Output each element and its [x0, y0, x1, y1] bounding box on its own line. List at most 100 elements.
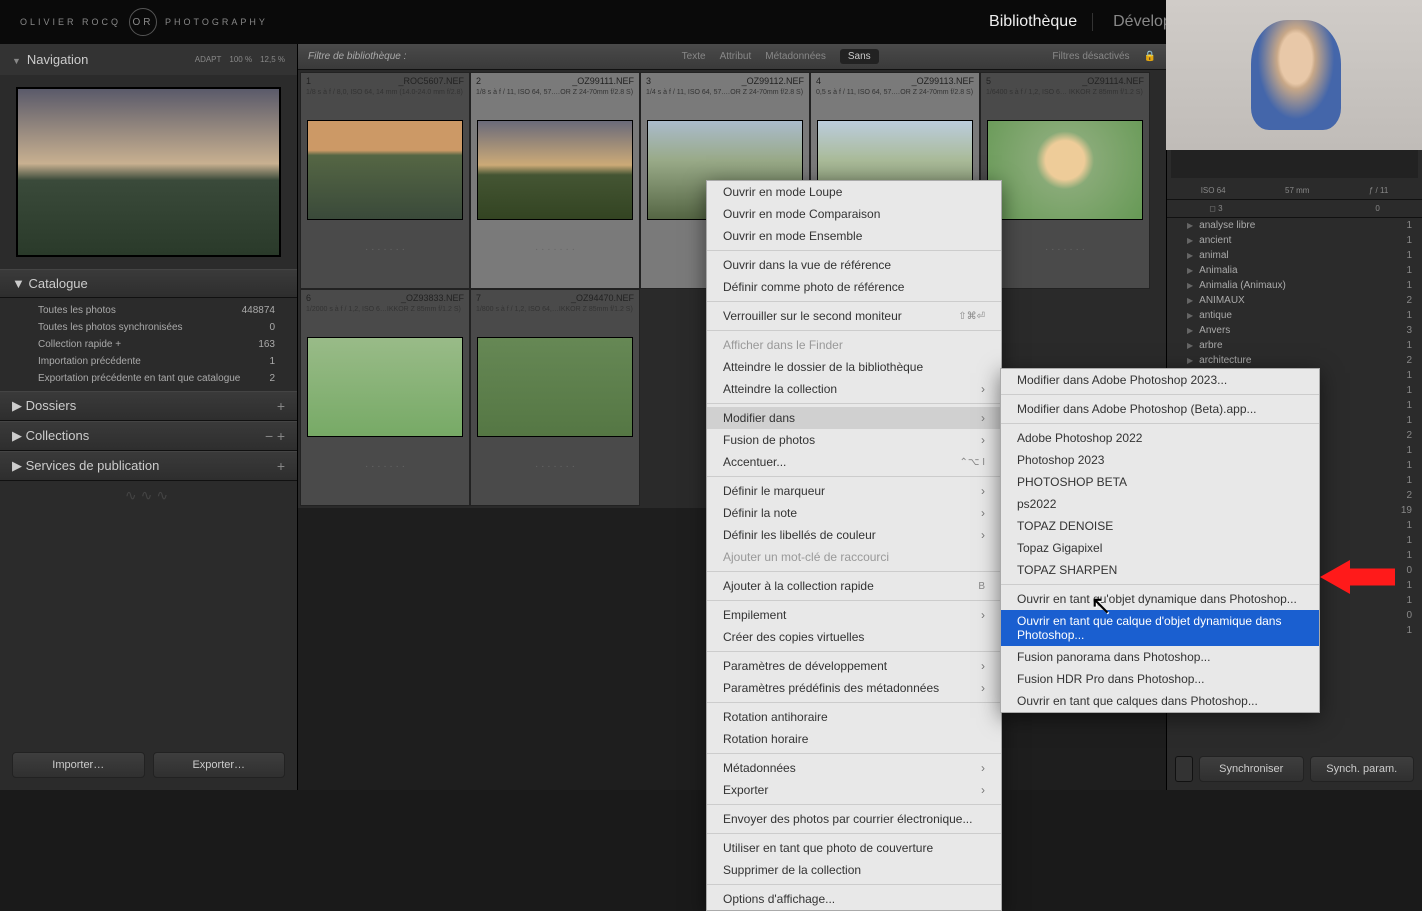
menu-item[interactable]: TOPAZ DENOISE: [1001, 515, 1319, 537]
catalog-header[interactable]: ▼ Catalogue: [0, 269, 297, 298]
menu-item[interactable]: Modifier dans Adobe Photoshop (Beta).app…: [1001, 398, 1319, 420]
ornament: ∿∿∿: [0, 481, 297, 510]
export-button[interactable]: Exporter…: [153, 752, 286, 778]
catalog-row[interactable]: Collection rapide +163: [0, 336, 297, 353]
menu-item[interactable]: Exporter: [707, 779, 1001, 801]
collections-header[interactable]: ▶ Collections − +: [0, 421, 297, 451]
keyword-row[interactable]: ▶animal1: [1167, 248, 1422, 263]
keyword-row[interactable]: ▶analyse libre1: [1167, 218, 1422, 233]
grid-cell[interactable]: 2_OZ99111.NEF1/8 s à f / 11, ISO 64, 57.…: [470, 72, 640, 289]
lock-icon[interactable]: 🔒: [1144, 51, 1156, 62]
collections-minus[interactable]: −: [265, 428, 273, 444]
menu-item[interactable]: Ouvrir en mode Comparaison: [707, 203, 1001, 225]
thumbnail[interactable]: [307, 120, 463, 220]
catalog-list: Toutes les photos448874Toutes les photos…: [0, 298, 297, 391]
menu-item[interactable]: Supprimer de la collection: [707, 859, 1001, 881]
menu-item[interactable]: Définir les libellés de couleur: [707, 524, 1001, 546]
keyword-row[interactable]: ▶Anvers3: [1167, 323, 1422, 338]
menu-item[interactable]: Empilement: [707, 604, 1001, 626]
thumbnail[interactable]: [477, 337, 633, 437]
import-button[interactable]: Importer…: [12, 752, 145, 778]
filter-metadata[interactable]: Métadonnées: [765, 51, 826, 62]
menu-item[interactable]: Ouvrir en tant que calques dans Photosho…: [1001, 690, 1319, 712]
menu-item[interactable]: Topaz Gigapixel: [1001, 537, 1319, 559]
publish-header[interactable]: ▶ Services de publication +: [0, 451, 297, 481]
keyword-row[interactable]: ▶architecture2: [1167, 353, 1422, 368]
navigator-header[interactable]: ▼Navigation ADAPT 100 % 12,5 %: [0, 44, 297, 75]
menu-item[interactable]: Ouvrir en tant que calque d'objet dynami…: [1001, 610, 1319, 646]
menu-item[interactable]: Ouvrir en mode Loupe: [707, 181, 1001, 203]
thumbnail[interactable]: [307, 337, 463, 437]
exif-strip: ISO 6457 mmƒ / 11: [1167, 182, 1422, 200]
filters-off[interactable]: Filtres désactivés: [1052, 51, 1129, 62]
sync-button[interactable]: Synchroniser: [1199, 756, 1304, 782]
filter-label: Filtre de bibliothèque :: [308, 51, 508, 62]
filter-text[interactable]: Texte: [682, 51, 706, 62]
filter-none[interactable]: Sans: [840, 49, 879, 64]
keyword-row[interactable]: ▶Animalia1: [1167, 263, 1422, 278]
menu-item[interactable]: Créer des copies virtuelles: [707, 626, 1001, 648]
keyword-row[interactable]: ▶antique1: [1167, 308, 1422, 323]
menu-item[interactable]: Définir le marqueur: [707, 480, 1001, 502]
menu-item[interactable]: Atteindre la collection: [707, 378, 1001, 400]
sync-toggle[interactable]: [1175, 756, 1193, 782]
navigator-preview[interactable]: [16, 87, 281, 257]
catalog-row[interactable]: Toutes les photos448874: [0, 302, 297, 319]
keyword-row[interactable]: ▶ancient1: [1167, 233, 1422, 248]
keyword-row[interactable]: ▶ANIMAUX2: [1167, 293, 1422, 308]
keyword-row[interactable]: ▶arbre1: [1167, 338, 1422, 353]
menu-item[interactable]: PHOTOSHOP BETA: [1001, 471, 1319, 493]
menu-item: Afficher dans le Finder: [707, 334, 1001, 356]
collections-add[interactable]: +: [277, 428, 285, 444]
zoom-adapt[interactable]: ADAPT: [195, 55, 222, 64]
catalog-row[interactable]: Toutes les photos synchronisées0: [0, 319, 297, 336]
folders-header[interactable]: ▶ Dossiers +: [0, 391, 297, 421]
menu-item[interactable]: Photoshop 2023: [1001, 449, 1319, 471]
menu-item[interactable]: Rotation antihoraire: [707, 706, 1001, 728]
module-library[interactable]: Bibliothèque: [984, 13, 1093, 31]
menu-item[interactable]: Ouvrir en tant qu'objet dynamique dans P…: [1001, 588, 1319, 610]
menu-item[interactable]: Atteindre le dossier de la bibliothèque: [707, 356, 1001, 378]
menu-item[interactable]: Métadonnées: [707, 757, 1001, 779]
logo-monogram: OR: [129, 8, 157, 36]
library-filter-bar: Filtre de bibliothèque : Texte Attribut …: [298, 44, 1166, 70]
zoom-100[interactable]: 100 %: [229, 55, 252, 64]
menu-item[interactable]: Paramètres prédéfinis des métadonnées: [707, 677, 1001, 699]
menu-item[interactable]: TOPAZ SHARPEN: [1001, 559, 1319, 581]
menu-item[interactable]: Rotation horaire: [707, 728, 1001, 750]
grid-cell[interactable]: 5_OZ91114.NEF1/6400 s à f / 1,2, ISO 6… …: [980, 72, 1150, 289]
thumbnail[interactable]: [987, 120, 1143, 220]
menu-item[interactable]: Utiliser en tant que photo de couverture: [707, 837, 1001, 859]
menu-item[interactable]: Accentuer...⌃⌥ I: [707, 451, 1001, 473]
menu-item[interactable]: Fusion HDR Pro dans Photoshop...: [1001, 668, 1319, 690]
menu-item[interactable]: ps2022: [1001, 493, 1319, 515]
menu-item[interactable]: Modifier dans Adobe Photoshop 2023...: [1001, 369, 1319, 391]
menu-item[interactable]: Options d'affichage...: [707, 888, 1001, 910]
zoom-125[interactable]: 12,5 %: [260, 55, 285, 64]
menu-item[interactable]: Fusion de photos: [707, 429, 1001, 451]
menu-item[interactable]: Fusion panorama dans Photoshop...: [1001, 646, 1319, 668]
menu-item[interactable]: Paramètres de développement: [707, 655, 1001, 677]
menu-item[interactable]: Ouvrir en mode Ensemble: [707, 225, 1001, 247]
menu-item[interactable]: Modifier dans: [707, 407, 1001, 429]
menu-item[interactable]: Ouvrir dans la vue de référence: [707, 254, 1001, 276]
catalog-row[interactable]: Importation précédente1: [0, 353, 297, 370]
grid-cell[interactable]: 1_ROC5607.NEF1/8 s à f / 8,0, ISO 64, 14…: [300, 72, 470, 289]
grid-cell[interactable]: 6_OZ93833.NEF1/2000 s à f / 1,2, ISO 6…I…: [300, 289, 470, 506]
menu-item[interactable]: Verrouiller sur le second moniteur⇧⌘⏎: [707, 305, 1001, 327]
folders-add[interactable]: +: [277, 398, 285, 414]
publish-add[interactable]: +: [277, 458, 285, 474]
webcam-overlay: [1166, 0, 1422, 150]
keyword-row[interactable]: ▶Animalia (Animaux)1: [1167, 278, 1422, 293]
status-strip: ◻ 30: [1167, 200, 1422, 218]
catalog-row[interactable]: Exportation précédente en tant que catal…: [0, 370, 297, 387]
thumbnail[interactable]: [477, 120, 633, 220]
menu-item[interactable]: Définir la note: [707, 502, 1001, 524]
menu-item[interactable]: Définir comme photo de référence: [707, 276, 1001, 298]
sync-settings-button[interactable]: Synch. param.: [1310, 756, 1415, 782]
grid-cell[interactable]: 7_OZ94470.NEF1/800 s à f / 1,2, ISO 64,……: [470, 289, 640, 506]
menu-item[interactable]: Ajouter à la collection rapideB: [707, 575, 1001, 597]
menu-item[interactable]: Envoyer des photos par courrier électron…: [707, 808, 1001, 830]
menu-item[interactable]: Adobe Photoshop 2022: [1001, 427, 1319, 449]
filter-attribute[interactable]: Attribut: [720, 51, 752, 62]
